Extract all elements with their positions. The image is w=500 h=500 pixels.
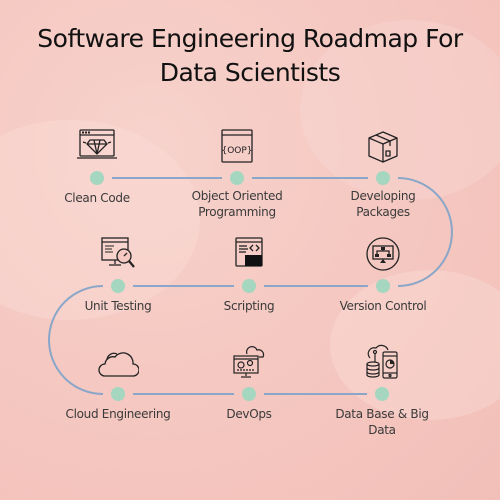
step-label: DevOps <box>226 407 272 421</box>
step-dot <box>376 279 390 293</box>
step-label: Object Oriented Programming <box>191 189 283 219</box>
oop-window-icon: {OOP} <box>221 129 253 163</box>
step-label: Clean Code <box>64 191 130 205</box>
step-dot <box>376 171 390 185</box>
svg-text:{OOP}: {OOP} <box>221 146 252 156</box>
step-dot <box>242 279 256 293</box>
step-dot <box>242 387 256 401</box>
step-label: Unit Testing <box>84 299 152 313</box>
step-label: Scripting <box>223 299 275 313</box>
script-window-icon <box>235 237 263 267</box>
step-dot <box>111 279 125 293</box>
step-label: Data Base & Big Data <box>335 407 429 437</box>
step-dot <box>230 171 244 185</box>
version-control-monitor-icon <box>366 237 400 271</box>
step-label: Cloud Engineering <box>65 407 171 421</box>
step-dot <box>111 387 125 401</box>
step-label: Developing Packages <box>350 189 416 219</box>
devops-gear-monitor-icon <box>233 346 265 378</box>
step-dot <box>90 171 104 185</box>
cloud-icon <box>98 352 139 377</box>
monitor-magnifier-icon <box>101 237 135 268</box>
diamond-window-icon <box>77 129 117 159</box>
step-label: Version Control <box>339 299 427 313</box>
database-cloud-mobile-icon <box>366 344 398 379</box>
package-box-icon <box>368 131 398 163</box>
step-dot <box>375 387 389 401</box>
